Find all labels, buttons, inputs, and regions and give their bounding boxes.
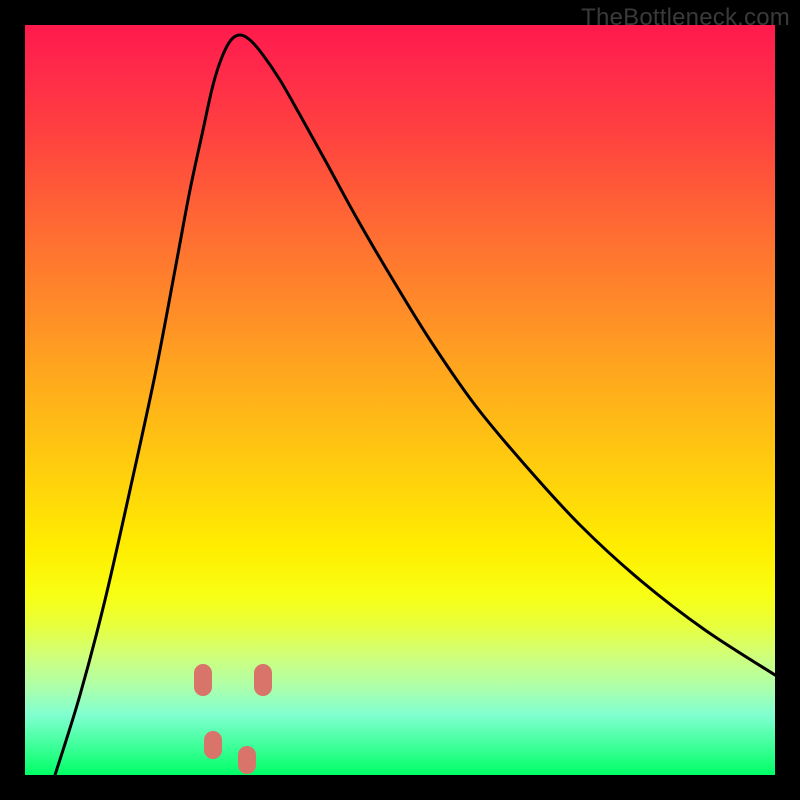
curve-marker [238,746,256,774]
curve-marker [204,731,222,759]
curve-marker [254,664,272,696]
curve-marker [194,664,212,696]
watermark-text: TheBottleneck.com [581,4,790,32]
curve-markers [194,664,272,774]
bottleneck-curve [55,35,775,775]
chart-svg [25,25,775,775]
